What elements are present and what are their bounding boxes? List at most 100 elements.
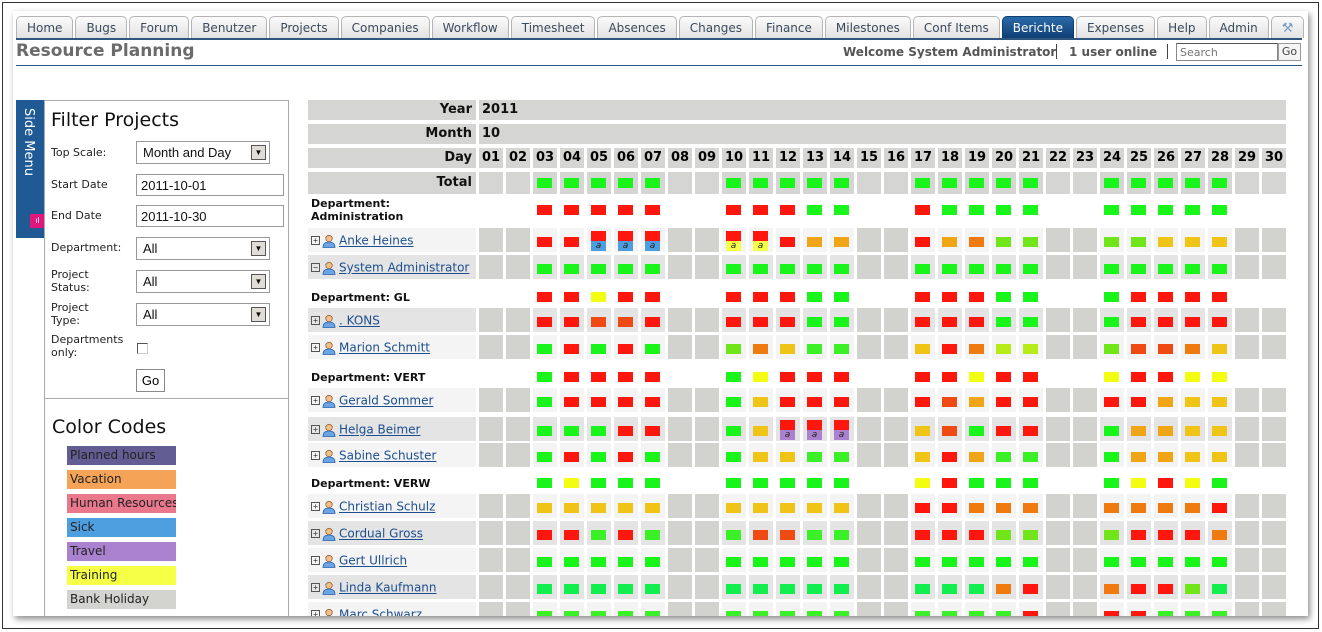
- person-link[interactable]: Linda Kaufmann: [339, 581, 437, 595]
- day-cell[interactable]: [587, 575, 611, 599]
- day-cell[interactable]: [1235, 388, 1259, 412]
- day-cell[interactable]: [1235, 548, 1259, 572]
- day-cell[interactable]: [776, 364, 800, 390]
- day-cell[interactable]: [749, 255, 773, 279]
- day-cell[interactable]: [587, 284, 611, 310]
- day-cell[interactable]: [965, 443, 989, 467]
- tab-admin[interactable]: Admin: [1208, 16, 1269, 38]
- day-cell[interactable]: [938, 548, 962, 572]
- day-cell[interactable]: [533, 228, 557, 252]
- day-cell[interactable]: [479, 255, 503, 279]
- day-cell[interactable]: [857, 388, 881, 412]
- day-cell[interactable]: [722, 197, 746, 223]
- day-cell[interactable]: [560, 548, 584, 572]
- day-cell[interactable]: [1073, 470, 1097, 496]
- day-cell[interactable]: [830, 548, 854, 572]
- day-cell[interactable]: [1046, 364, 1070, 390]
- day-cell[interactable]: [911, 494, 935, 518]
- day-cell[interactable]: [830, 602, 854, 616]
- day-cell[interactable]: [1262, 172, 1286, 194]
- day-cell[interactable]: [857, 470, 881, 496]
- day-cell[interactable]: [1154, 575, 1178, 599]
- day-cell[interactable]: [506, 417, 530, 441]
- day-cell[interactable]: [1181, 172, 1205, 194]
- day-cell[interactable]: [479, 470, 503, 496]
- day-cell[interactable]: [1235, 364, 1259, 390]
- day-cell[interactable]: [1235, 602, 1259, 616]
- day-cell[interactable]: [1154, 417, 1178, 441]
- day-cell[interactable]: [695, 575, 719, 599]
- day-cell[interactable]: [1046, 417, 1070, 441]
- day-cell[interactable]: [1046, 388, 1070, 412]
- day-cell[interactable]: [1127, 443, 1151, 467]
- day-cell[interactable]: [776, 521, 800, 545]
- day-cell[interactable]: [938, 388, 962, 412]
- day-cell[interactable]: [1208, 470, 1232, 496]
- day-cell[interactable]: [857, 521, 881, 545]
- day-cell[interactable]: [695, 494, 719, 518]
- day-cell[interactable]: [830, 172, 854, 194]
- day-cell[interactable]: [803, 172, 827, 194]
- day-cell[interactable]: [938, 255, 962, 279]
- day-cell[interactable]: [749, 470, 773, 496]
- day-cell[interactable]: [560, 521, 584, 545]
- day-cell[interactable]: [830, 284, 854, 310]
- day-cell[interactable]: [1046, 494, 1070, 518]
- day-cell[interactable]: [1262, 494, 1286, 518]
- day-cell[interactable]: [641, 470, 665, 496]
- day-cell[interactable]: [506, 521, 530, 545]
- day-cell[interactable]: [884, 284, 908, 310]
- day-cell[interactable]: a: [830, 417, 854, 441]
- day-cell[interactable]: [1100, 255, 1124, 279]
- day-cell[interactable]: [479, 335, 503, 359]
- day-cell[interactable]: [506, 443, 530, 467]
- day-cell[interactable]: [506, 575, 530, 599]
- expand-icon[interactable]: +: [311, 425, 320, 434]
- start-date-input[interactable]: [136, 174, 284, 196]
- day-cell[interactable]: [560, 335, 584, 359]
- day-cell[interactable]: [1154, 494, 1178, 518]
- day-cell[interactable]: [1019, 494, 1043, 518]
- day-cell[interactable]: [614, 602, 638, 616]
- day-cell[interactable]: [479, 197, 503, 223]
- day-cell[interactable]: [1073, 228, 1097, 252]
- day-cell[interactable]: [1235, 521, 1259, 545]
- day-cell[interactable]: [1127, 494, 1151, 518]
- day-cell[interactable]: [722, 308, 746, 332]
- day-cell[interactable]: [614, 575, 638, 599]
- day-cell[interactable]: a: [614, 228, 638, 252]
- day-cell[interactable]: [641, 364, 665, 390]
- day-cell[interactable]: [1073, 521, 1097, 545]
- day-cell[interactable]: [1073, 443, 1097, 467]
- day-cell[interactable]: [992, 443, 1016, 467]
- day-cell[interactable]: [803, 494, 827, 518]
- day-cell[interactable]: [479, 494, 503, 518]
- day-cell[interactable]: [506, 228, 530, 252]
- day-cell[interactable]: [965, 494, 989, 518]
- day-cell[interactable]: [965, 548, 989, 572]
- day-cell[interactable]: [830, 388, 854, 412]
- day-cell[interactable]: [830, 255, 854, 279]
- tab-projects[interactable]: Projects: [269, 16, 339, 38]
- day-cell[interactable]: [1181, 575, 1205, 599]
- day-cell[interactable]: [587, 521, 611, 545]
- day-cell[interactable]: [749, 335, 773, 359]
- day-cell[interactable]: [803, 575, 827, 599]
- day-cell[interactable]: [695, 521, 719, 545]
- day-cell[interactable]: [641, 443, 665, 467]
- day-cell[interactable]: [695, 602, 719, 616]
- day-cell[interactable]: [641, 521, 665, 545]
- search-go-button[interactable]: Go: [1278, 43, 1301, 61]
- day-cell[interactable]: [1235, 197, 1259, 223]
- day-cell[interactable]: [911, 417, 935, 441]
- day-cell[interactable]: [722, 602, 746, 616]
- day-cell[interactable]: [587, 602, 611, 616]
- day-cell[interactable]: [1127, 364, 1151, 390]
- day-cell[interactable]: [587, 494, 611, 518]
- day-cell[interactable]: [560, 308, 584, 332]
- day-cell[interactable]: [803, 521, 827, 545]
- day-cell[interactable]: [830, 228, 854, 252]
- day-cell[interactable]: [938, 602, 962, 616]
- day-cell[interactable]: [587, 417, 611, 441]
- day-cell[interactable]: [1208, 443, 1232, 467]
